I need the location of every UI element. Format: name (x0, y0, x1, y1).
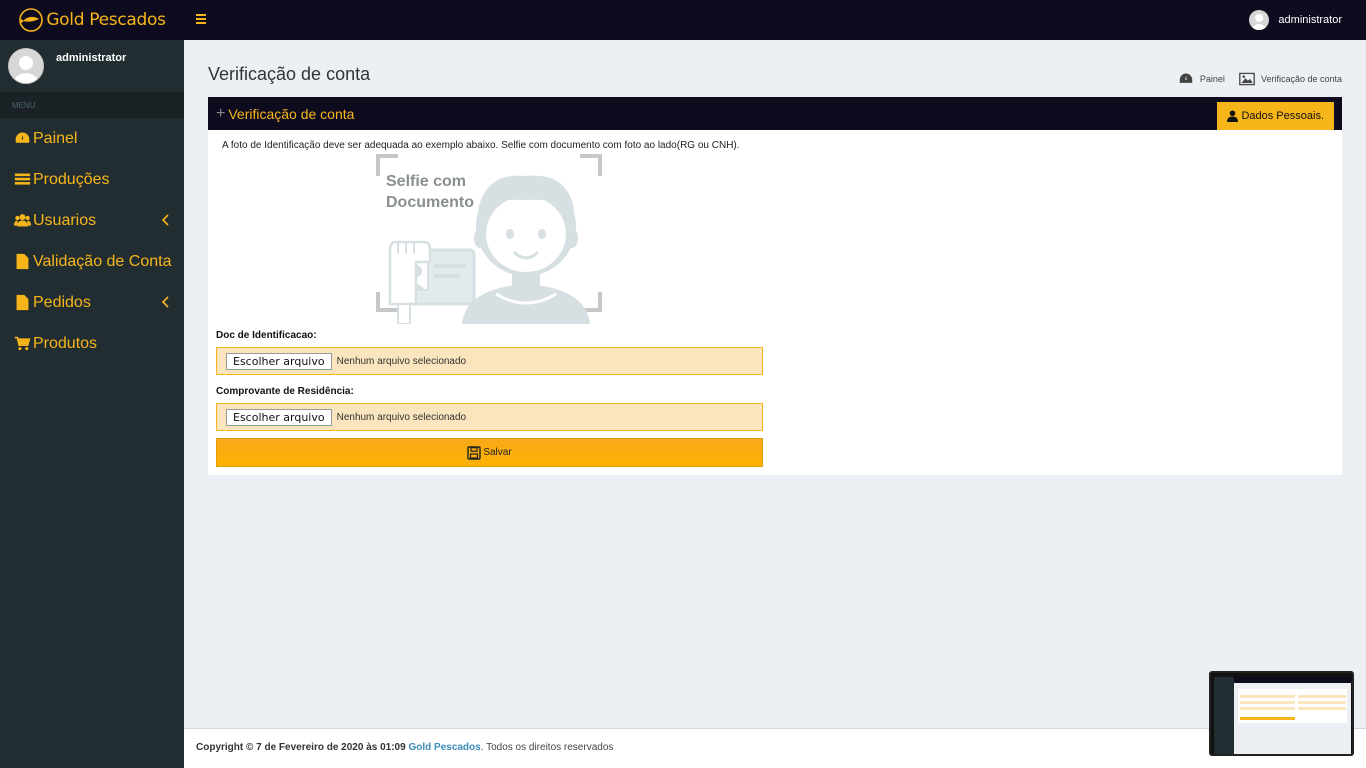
user-icon (1227, 110, 1239, 122)
footer-rights: . Todos os direitos reservados (480, 742, 614, 753)
plus-icon: + (216, 105, 226, 122)
sidebar-user-panel: administrator (0, 40, 184, 92)
choose-file-button[interactable]: Escolher arquivo (226, 352, 332, 370)
footer-brand-link[interactable]: Gold Pescados (408, 742, 480, 753)
sidebar-item-producoes[interactable]: Produções (0, 159, 184, 200)
choose-file-button[interactable]: Escolher arquivo (226, 408, 332, 426)
sidebar-item-label: Validação de Conta (33, 252, 172, 270)
breadcrumb-verificacao: Verificação de conta (1239, 72, 1342, 86)
footer-copyright: Copyright © 7 de Fevereiro de 2020 às 01… (196, 742, 406, 753)
file-icon (16, 294, 29, 311)
sidebar-item-produtos[interactable]: Produtos (0, 323, 184, 364)
topbar: administrator (184, 0, 1366, 40)
brand-logo[interactable]: Gold Pescados (0, 0, 184, 40)
save-button-label: Salvar (483, 447, 512, 458)
file-status-text: Nenhum arquivo selecionado (336, 411, 467, 423)
page-title: Verificação de conta (208, 64, 371, 84)
hamburger-menu-icon[interactable] (196, 14, 206, 24)
fish-logo-icon (19, 8, 44, 32)
sidebar-item-label: Pedidos (33, 293, 91, 311)
residence-label: Comprovante de Residência: (216, 386, 354, 397)
residence-file-input[interactable]: Escolher arquivo Nenhum arquivo selecion… (216, 403, 763, 431)
sidebar-item-pedidos[interactable]: Pedidos (0, 282, 184, 323)
save-button[interactable]: Salvar (216, 438, 763, 467)
file-icon (16, 253, 29, 270)
box-header: + Verificação de conta Dados Pessoais. (208, 98, 1342, 130)
cart-icon (14, 336, 31, 351)
sidebar-item-label: Usuarios (33, 211, 97, 229)
sidebar-item-label: Painel (33, 129, 78, 147)
sidebar-item-validacao[interactable]: Validação de Conta (0, 241, 184, 282)
personal-data-button[interactable]: Dados Pessoais. (1217, 102, 1334, 130)
sidebar-item-label: Produções (33, 170, 110, 188)
main-content: Verificação de conta Painel Verificação … (184, 40, 1366, 728)
footer: Copyright © 7 de Fevereiro de 2020 às 01… (184, 728, 1366, 768)
selfie-document-illustration: Selfie com Documento (376, 154, 602, 324)
dashboard-icon (1179, 73, 1193, 83)
dashboard-icon (15, 132, 30, 143)
sidebar-item-label: Produtos (33, 334, 98, 352)
sidebar-user-name: administrator (56, 52, 127, 64)
file-status-text: Nenhum arquivo selecionado (336, 355, 467, 367)
personal-data-label: Dados Pessoais. (1241, 110, 1324, 122)
sidebar-item-painel[interactable]: Painel (0, 118, 184, 159)
floppy-disk-icon (467, 445, 482, 460)
image-icon (1239, 72, 1255, 86)
sidebar: Gold Pescados administrator MENU Painel … (0, 0, 184, 768)
menu-header: MENU (0, 92, 184, 118)
info-text: A foto de Identificação deve ser adequad… (222, 140, 740, 151)
users-icon (14, 214, 31, 227)
top-user-name: administrator (1278, 14, 1342, 26)
doc-label: Doc de Identificacao: (216, 330, 317, 341)
screen-preview-thumbnail[interactable] (1209, 671, 1354, 756)
breadcrumb: Painel Verificação de conta (1164, 72, 1342, 86)
list-icon (14, 173, 31, 185)
breadcrumb-label: Painel (1199, 74, 1225, 84)
chevron-left-icon (161, 296, 169, 308)
doc-file-input[interactable]: Escolher arquivo Nenhum arquivo selecion… (216, 347, 763, 375)
sidebar-item-usuarios[interactable]: Usuarios (0, 200, 184, 241)
box-title: Verificação de conta (228, 106, 355, 122)
top-user-menu[interactable]: administrator (1249, 10, 1342, 30)
illustration-text-2: Documento (386, 194, 474, 211)
chevron-left-icon (161, 214, 169, 226)
avatar (8, 48, 44, 84)
breadcrumb-label: Verificação de conta (1260, 74, 1342, 84)
brand-name: Gold Pescados (46, 10, 166, 30)
avatar (1249, 10, 1270, 30)
verification-box: + Verificação de conta Dados Pessoais. A… (208, 97, 1342, 475)
illustration-text-1: Selfie com (386, 173, 466, 190)
breadcrumb-painel[interactable]: Painel (1178, 72, 1225, 86)
